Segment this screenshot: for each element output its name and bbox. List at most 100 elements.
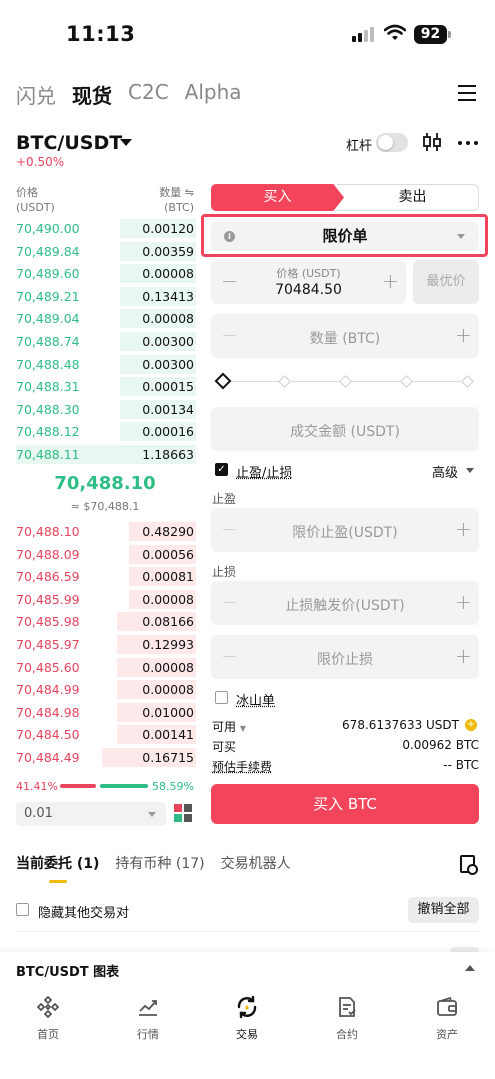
- precision-select[interactable]: 0.01: [16, 802, 166, 826]
- bid-qty: 0.00008: [142, 311, 194, 327]
- bid-row[interactable]: 70,488.30 0.00134: [16, 399, 196, 420]
- ask-price: 70,484.99: [16, 682, 80, 698]
- fee-value: -- BTC: [443, 758, 479, 772]
- ask-price: 70,484.98: [16, 704, 80, 720]
- bid-row[interactable]: 70,490.00 0.00120: [16, 218, 196, 239]
- slider-step-25[interactable]: [278, 375, 291, 388]
- tpsl-checkbox[interactable]: ✓: [215, 463, 228, 476]
- ask-qty: 0.00056: [142, 546, 194, 562]
- sl-limit-increment-button[interactable]: +: [455, 644, 472, 668]
- ask-qty: 0.01000: [142, 704, 194, 720]
- tab-c2c[interactable]: C2C: [128, 80, 169, 109]
- sell-tab[interactable]: 卖出: [337, 184, 479, 211]
- ob-price-header: 价格 (USDT): [16, 185, 55, 215]
- tp-increment-button[interactable]: +: [455, 517, 472, 541]
- ask-row[interactable]: 70,486.59 0.00081: [16, 566, 196, 587]
- hamburger-menu-icon[interactable]: [458, 85, 476, 106]
- pair-symbol[interactable]: BTC/USDT: [16, 132, 122, 154]
- bid-row[interactable]: 70,489.04 0.00008: [16, 308, 196, 329]
- bid-row[interactable]: 70,488.12 0.00016: [16, 421, 196, 442]
- ask-row[interactable]: 70,488.09 0.00056: [16, 544, 196, 565]
- slider-step-75[interactable]: [400, 375, 413, 388]
- ask-price: 70,485.97: [16, 637, 80, 652]
- qty-increment-button[interactable]: +: [455, 323, 472, 347]
- ask-row[interactable]: 70,484.99 0.00008: [16, 679, 196, 700]
- ob-qty-header[interactable]: 数量 ⇋ (BTC): [120, 185, 194, 215]
- ask-price: 70,488.10: [16, 524, 80, 539]
- tab-spot[interactable]: 现货: [72, 80, 112, 109]
- hide-other-pairs-checkbox[interactable]: [16, 903, 29, 916]
- order-type-select[interactable]: 限价单: [211, 222, 479, 251]
- sl-trigger-increment-button[interactable]: +: [455, 590, 472, 614]
- ask-row[interactable]: 70,484.50 0.00141: [16, 724, 196, 745]
- ask-row[interactable]: 70,485.98 0.08166: [16, 611, 196, 632]
- chart-drawer-label[interactable]: BTC/USDT 图表: [16, 961, 119, 980]
- cellular-signal-icon: [352, 27, 374, 42]
- bid-row[interactable]: 70,489.60 0.00008: [16, 263, 196, 284]
- ask-row[interactable]: 70,484.98 0.01000: [16, 702, 196, 723]
- ask-row[interactable]: 70,485.60 0.00008: [16, 657, 196, 678]
- divider: [16, 931, 479, 932]
- tab-open-orders[interactable]: 当前委托 (1): [16, 853, 99, 873]
- candlestick-icon[interactable]: [422, 132, 442, 156]
- slider-step-100[interactable]: [461, 375, 474, 388]
- price-header-unit: (USDT): [16, 201, 55, 214]
- buy-ratio-bar: [100, 784, 148, 788]
- chevron-up-icon[interactable]: [465, 965, 475, 971]
- mid-price-usd: ≈ $70,488.1: [70, 500, 140, 513]
- available-label[interactable]: 可用 ▼: [212, 718, 246, 735]
- nav-trade[interactable]: 交易: [207, 994, 287, 1042]
- tab-convert[interactable]: 闪兑: [16, 80, 56, 109]
- ask-row[interactable]: 70,484.49 0.16715: [16, 747, 196, 768]
- tab-alpha[interactable]: Alpha: [185, 80, 242, 109]
- wifi-icon: [383, 24, 407, 45]
- bid-price: 70,488.74: [16, 334, 80, 349]
- bid-price: 70,488.48: [16, 356, 80, 372]
- ask-qty: 0.12993: [142, 637, 194, 652]
- bid-row[interactable]: 70,489.21 0.13413: [16, 286, 196, 307]
- bid-qty: 1.18663: [142, 447, 194, 462]
- battery-tip: [448, 31, 451, 38]
- fee-label[interactable]: 预估手续费: [212, 758, 272, 775]
- orders-tabs: 当前委托 (1) 持有币种 (17) 交易机器人: [16, 853, 291, 873]
- cancel-all-button[interactable]: 撤销全部: [408, 897, 479, 923]
- iceberg-checkbox[interactable]: [215, 691, 228, 704]
- buy-ratio: 58.59%: [152, 780, 194, 793]
- chevron-down-icon: ▼: [239, 724, 246, 733]
- orderbook-layout-icon[interactable]: [174, 804, 192, 822]
- tab-holdings[interactable]: 持有币种 (17): [115, 853, 204, 873]
- sell-ratio-bar: [60, 784, 96, 788]
- wallet-icon: [407, 994, 487, 1020]
- nav-label: 资产: [436, 1028, 458, 1041]
- nav-futures[interactable]: 合约: [307, 994, 387, 1042]
- best-price-button[interactable]: 最优价: [413, 260, 479, 304]
- qty-header-unit: (BTC): [164, 201, 194, 214]
- iceberg-label[interactable]: 冰山单: [236, 690, 275, 709]
- buy-btc-button[interactable]: 买入 BTC: [211, 784, 479, 824]
- nav-assets[interactable]: 资产: [407, 994, 487, 1042]
- ask-price: 70,486.59: [16, 569, 80, 585]
- info-icon[interactable]: i: [224, 231, 235, 242]
- nav-home[interactable]: 首页: [8, 994, 88, 1042]
- bid-row[interactable]: 70,488.48 0.00300: [16, 354, 196, 375]
- price-value[interactable]: 70484.50: [211, 282, 406, 298]
- advanced-select[interactable]: 高级: [432, 462, 458, 481]
- nav-markets[interactable]: 行情: [108, 994, 188, 1042]
- more-options-icon[interactable]: [458, 141, 478, 145]
- pair-dropdown-icon[interactable]: [120, 139, 132, 146]
- bid-row[interactable]: 70,489.84 0.00359: [16, 241, 196, 262]
- add-funds-icon[interactable]: +: [465, 719, 477, 731]
- chevron-down-icon: [457, 234, 465, 239]
- ask-row[interactable]: 70,485.99 0.00008: [16, 589, 196, 610]
- buy-tab[interactable]: 买入: [211, 184, 344, 211]
- hide-other-pairs-label[interactable]: 隐藏其他交易对: [38, 902, 129, 921]
- slider-step-50[interactable]: [339, 375, 352, 388]
- amount-slider-handle[interactable]: [214, 372, 232, 390]
- tpsl-label[interactable]: 止盈/止损: [236, 462, 292, 481]
- ask-row[interactable]: 70,488.10 0.48290: [16, 521, 196, 542]
- ask-row[interactable]: 70,485.97 0.12993: [16, 634, 196, 655]
- bid-row[interactable]: 70,488.11 1.18663: [16, 444, 196, 465]
- tab-trading-bots[interactable]: 交易机器人: [221, 853, 291, 873]
- bid-row[interactable]: 70,488.31 0.00015: [16, 376, 196, 397]
- bid-row[interactable]: 70,488.74 0.00300: [16, 331, 196, 352]
